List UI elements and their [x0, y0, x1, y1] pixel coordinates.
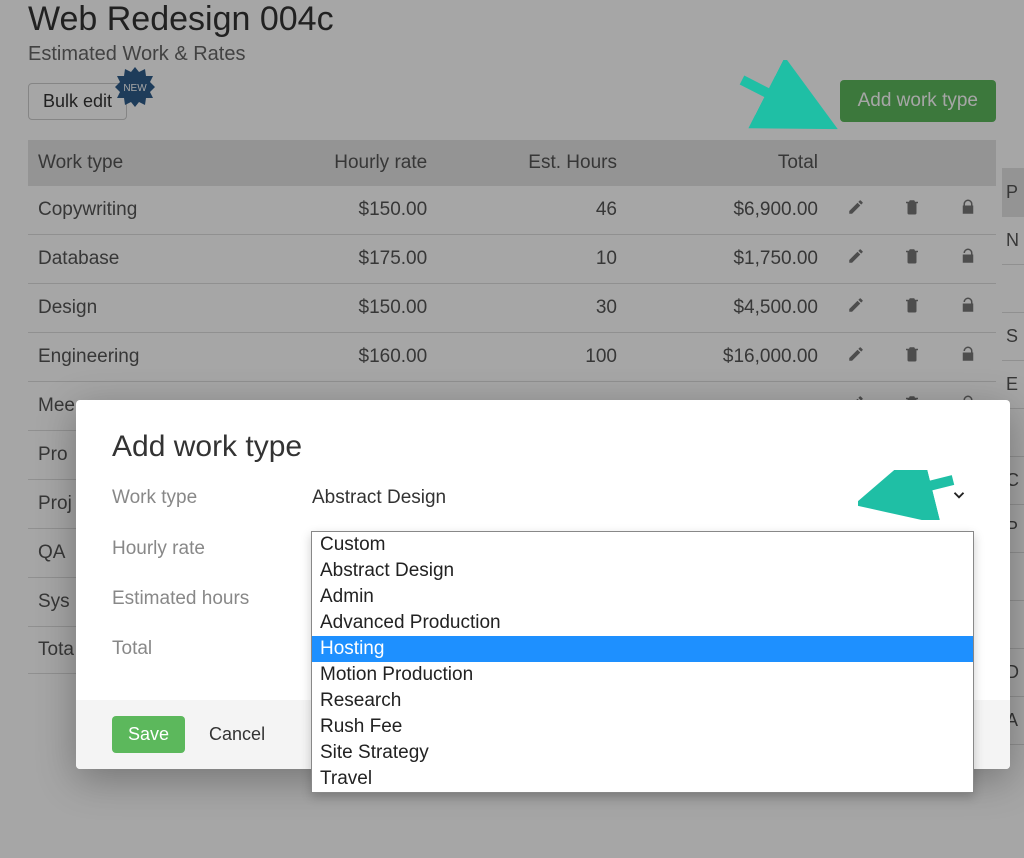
row-work-type: Work type Abstract Design: [112, 486, 974, 510]
dropdown-option[interactable]: Rush Fee: [312, 714, 973, 740]
dropdown-option[interactable]: Admin: [312, 584, 973, 610]
label-work-type: Work type: [112, 487, 312, 509]
dropdown-option[interactable]: Research: [312, 688, 973, 714]
dropdown-option[interactable]: Advanced Production: [312, 610, 973, 636]
dropdown-option[interactable]: Hosting: [312, 636, 973, 662]
dropdown-option[interactable]: Abstract Design: [312, 558, 973, 584]
save-button[interactable]: Save: [112, 716, 185, 753]
chevron-down-icon: [950, 486, 968, 510]
label-est-hours: Estimated hours: [112, 588, 312, 610]
dropdown-option[interactable]: Site Strategy: [312, 740, 973, 766]
dropdown-option[interactable]: Custom: [312, 532, 973, 558]
label-hourly-rate: Hourly rate: [112, 538, 312, 560]
work-type-selected: Abstract Design: [312, 487, 446, 509]
work-type-select[interactable]: Abstract Design: [312, 486, 974, 510]
dropdown-option[interactable]: Motion Production: [312, 662, 973, 688]
label-total: Total: [112, 638, 312, 660]
cancel-button[interactable]: Cancel: [203, 723, 271, 746]
modal-title: Add work type: [112, 430, 974, 464]
dropdown-option[interactable]: Travel: [312, 766, 973, 792]
work-type-dropdown[interactable]: CustomAbstract DesignAdminAdvanced Produ…: [311, 531, 974, 793]
